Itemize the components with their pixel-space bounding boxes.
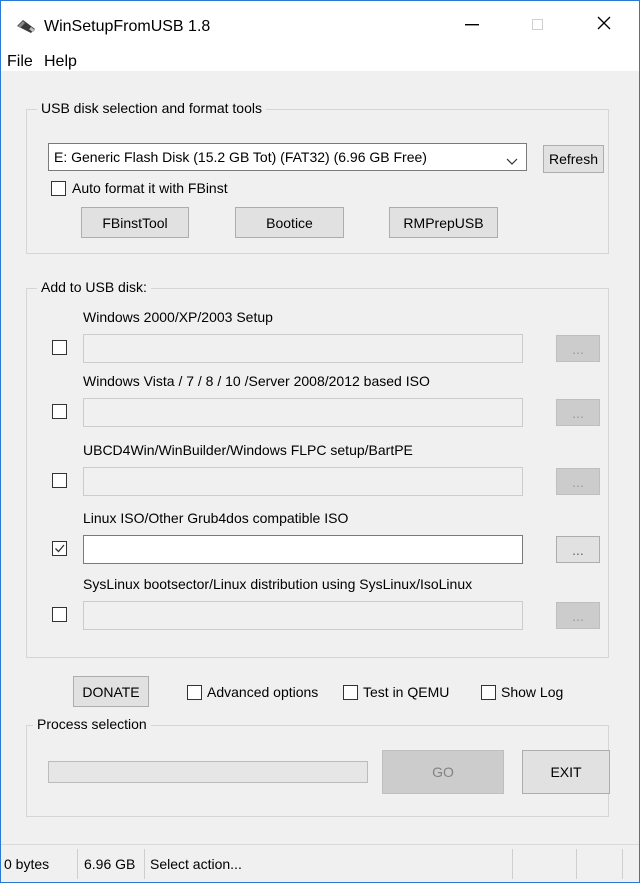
window-title: WinSetupFromUSB 1.8 [44, 18, 211, 35]
linux-iso-browse-button[interactable]: ... [556, 536, 600, 563]
close-icon [597, 16, 611, 35]
checkmark-icon [55, 544, 65, 553]
win-xp-setup-label: Windows 2000/XP/2003 Setup [83, 309, 273, 325]
syslinux-label: SysLinux bootsector/Linux distribution u… [83, 576, 473, 592]
refresh-button[interactable]: Refresh [543, 145, 604, 173]
linux-iso-path-field[interactable] [83, 535, 523, 564]
win-xp-setup-checkbox[interactable] [52, 340, 67, 355]
status-divider [77, 849, 78, 879]
chevron-down-icon [506, 153, 518, 171]
usb-drive-icon [15, 17, 37, 35]
status-divider [622, 849, 623, 879]
test-qemu-label: Test in QEMU [363, 684, 450, 700]
syslinux-path-field[interactable] [83, 601, 523, 630]
go-button[interactable]: GO [382, 750, 504, 794]
test-qemu-checkbox[interactable] [343, 685, 358, 700]
syslinux-checkbox[interactable] [52, 607, 67, 622]
ubcd4win-path-field[interactable] [83, 467, 523, 496]
win-vista-iso-path-field[interactable] [83, 398, 523, 427]
status-bar: 0 bytes 6.96 GB Select action... [1, 844, 639, 882]
ubcd4win-browse-button[interactable]: ... [556, 468, 600, 495]
fbinsttool-button[interactable]: FBinstTool [81, 207, 189, 238]
app-window: WinSetupFromUSB 1.8 File Help USB disk s… [0, 0, 640, 883]
show-log-checkbox[interactable] [481, 685, 496, 700]
exit-button[interactable]: EXIT [522, 750, 610, 794]
win-vista-iso-checkbox[interactable] [52, 404, 67, 419]
advanced-options-checkbox[interactable] [187, 685, 202, 700]
close-button[interactable] [581, 7, 627, 43]
title-bar[interactable]: WinSetupFromUSB 1.8 [1, 1, 639, 45]
status-divider [144, 849, 145, 879]
ubcd4win-label: UBCD4Win/WinBuilder/Windows FLPC setup/B… [83, 442, 413, 458]
donate-button[interactable]: DONATE [73, 676, 149, 707]
status-bytes: 0 bytes [4, 856, 50, 872]
advanced-options-label: Advanced options [207, 684, 319, 700]
autoformat-checkbox[interactable] [51, 181, 66, 196]
process-group-title: Process selection [33, 716, 151, 732]
win-xp-setup-path-field[interactable] [83, 334, 523, 363]
maximize-button[interactable] [515, 7, 561, 43]
syslinux-browse-button[interactable]: ... [556, 602, 600, 629]
show-log-label: Show Log [501, 684, 564, 700]
bootice-button[interactable]: Bootice [235, 207, 344, 238]
linux-iso-checkbox[interactable] [52, 541, 67, 556]
status-divider [576, 849, 577, 879]
menu-bar: File Help [1, 45, 639, 71]
menu-help[interactable]: Help [44, 53, 77, 71]
status-divider [512, 849, 513, 879]
add-group-title: Add to USB disk: [37, 279, 151, 295]
progress-bar [48, 761, 368, 783]
rmprepusb-button[interactable]: RMPrepUSB [389, 207, 498, 238]
usb-disk-select[interactable]: E: Generic Flash Disk (15.2 GB Tot) (FAT… [48, 143, 527, 171]
status-free-space: 6.96 GB [84, 856, 136, 872]
usb-group-title: USB disk selection and format tools [37, 100, 266, 116]
win-vista-iso-browse-button[interactable]: ... [556, 399, 600, 426]
usb-disk-select-value: E: Generic Flash Disk (15.2 GB Tot) (FAT… [54, 149, 427, 165]
linux-iso-label: Linux ISO/Other Grub4dos compatible ISO [83, 510, 349, 526]
win-xp-setup-browse-button[interactable]: ... [556, 335, 600, 362]
status-message: Select action... [150, 856, 242, 872]
minimize-button[interactable] [449, 7, 495, 43]
autoformat-label: Auto format it with FBinst [72, 180, 228, 196]
menu-file[interactable]: File [7, 53, 33, 71]
win-vista-iso-label: Windows Vista / 7 / 8 / 10 /Server 2008/… [83, 373, 430, 389]
ubcd4win-checkbox[interactable] [52, 473, 67, 488]
